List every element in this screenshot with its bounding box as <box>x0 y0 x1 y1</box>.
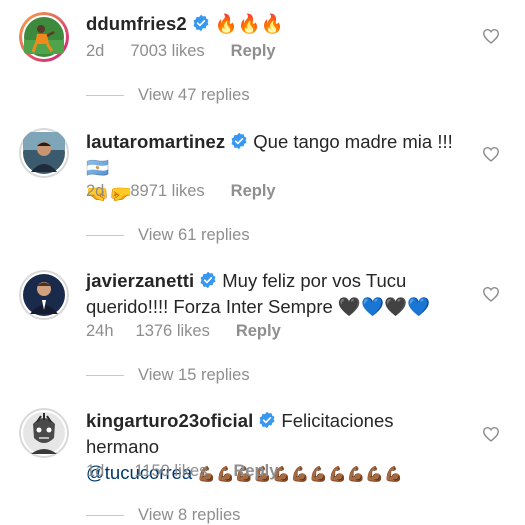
verified-badge-icon <box>193 14 209 32</box>
heart-outline-icon[interactable] <box>482 146 500 162</box>
timestamp[interactable]: 2d <box>86 42 104 61</box>
reply-button[interactable]: Reply <box>231 42 276 61</box>
username[interactable]: lautaromartinez <box>86 131 225 152</box>
heart-outline-icon[interactable] <box>482 28 500 44</box>
likes-count[interactable]: 1150 likes <box>134 462 207 481</box>
heart-outline-icon[interactable] <box>482 286 500 302</box>
verified-badge-icon <box>259 411 275 429</box>
divider <box>86 515 124 517</box>
verified-badge-icon <box>231 132 247 150</box>
reply-button[interactable]: Reply <box>231 182 276 201</box>
avatar[interactable] <box>19 270 69 320</box>
verified-badge-icon <box>200 271 216 289</box>
reply-button[interactable]: Reply <box>236 322 281 341</box>
comment-text: Muy feliz por vos Tucu <box>222 270 407 291</box>
username[interactable]: javierzanetti <box>86 270 194 291</box>
heart-outline-icon[interactable] <box>482 426 500 442</box>
likes-count[interactable]: 8971 likes <box>130 182 204 201</box>
comment-meta: 2d 7003 likes Reply <box>86 42 276 61</box>
view-replies-button[interactable]: View 15 replies <box>86 366 250 385</box>
view-replies-button[interactable]: View 8 replies <box>86 506 240 525</box>
username[interactable]: kingarturo23oficial <box>86 410 253 431</box>
comment-meta: 2d 8971 likes Reply <box>86 182 276 201</box>
avatar[interactable] <box>19 128 69 178</box>
view-replies-button[interactable]: View 61 replies <box>86 226 250 245</box>
avatar[interactable] <box>19 408 69 458</box>
reply-button[interactable]: Reply <box>233 462 278 481</box>
divider <box>86 95 124 97</box>
comment-body: javierzanetti Muy feliz por vos Tucu quer… <box>86 268 465 320</box>
divider <box>86 235 124 237</box>
timestamp[interactable]: 1d <box>86 462 104 481</box>
view-replies-button[interactable]: View 47 replies <box>86 86 250 105</box>
comment-meta: 24h 1376 likes Reply <box>86 322 281 341</box>
comment-body: ddumfries2 🔥🔥🔥 <box>86 11 465 37</box>
username[interactable]: ddumfries2 <box>86 13 187 34</box>
comment-text-line2: querido!!!! Forza Inter Sempre 🖤💙🖤💙 <box>86 296 431 317</box>
likes-count[interactable]: 7003 likes <box>130 42 204 61</box>
comment-text: 🔥🔥🔥 <box>214 13 284 34</box>
comment-meta: 1d 1150 likes Reply <box>86 462 278 481</box>
timestamp[interactable]: 24h <box>86 322 114 341</box>
avatar[interactable] <box>19 12 69 62</box>
likes-count[interactable]: 1376 likes <box>136 322 210 341</box>
timestamp[interactable]: 2d <box>86 182 104 201</box>
divider <box>86 375 124 377</box>
